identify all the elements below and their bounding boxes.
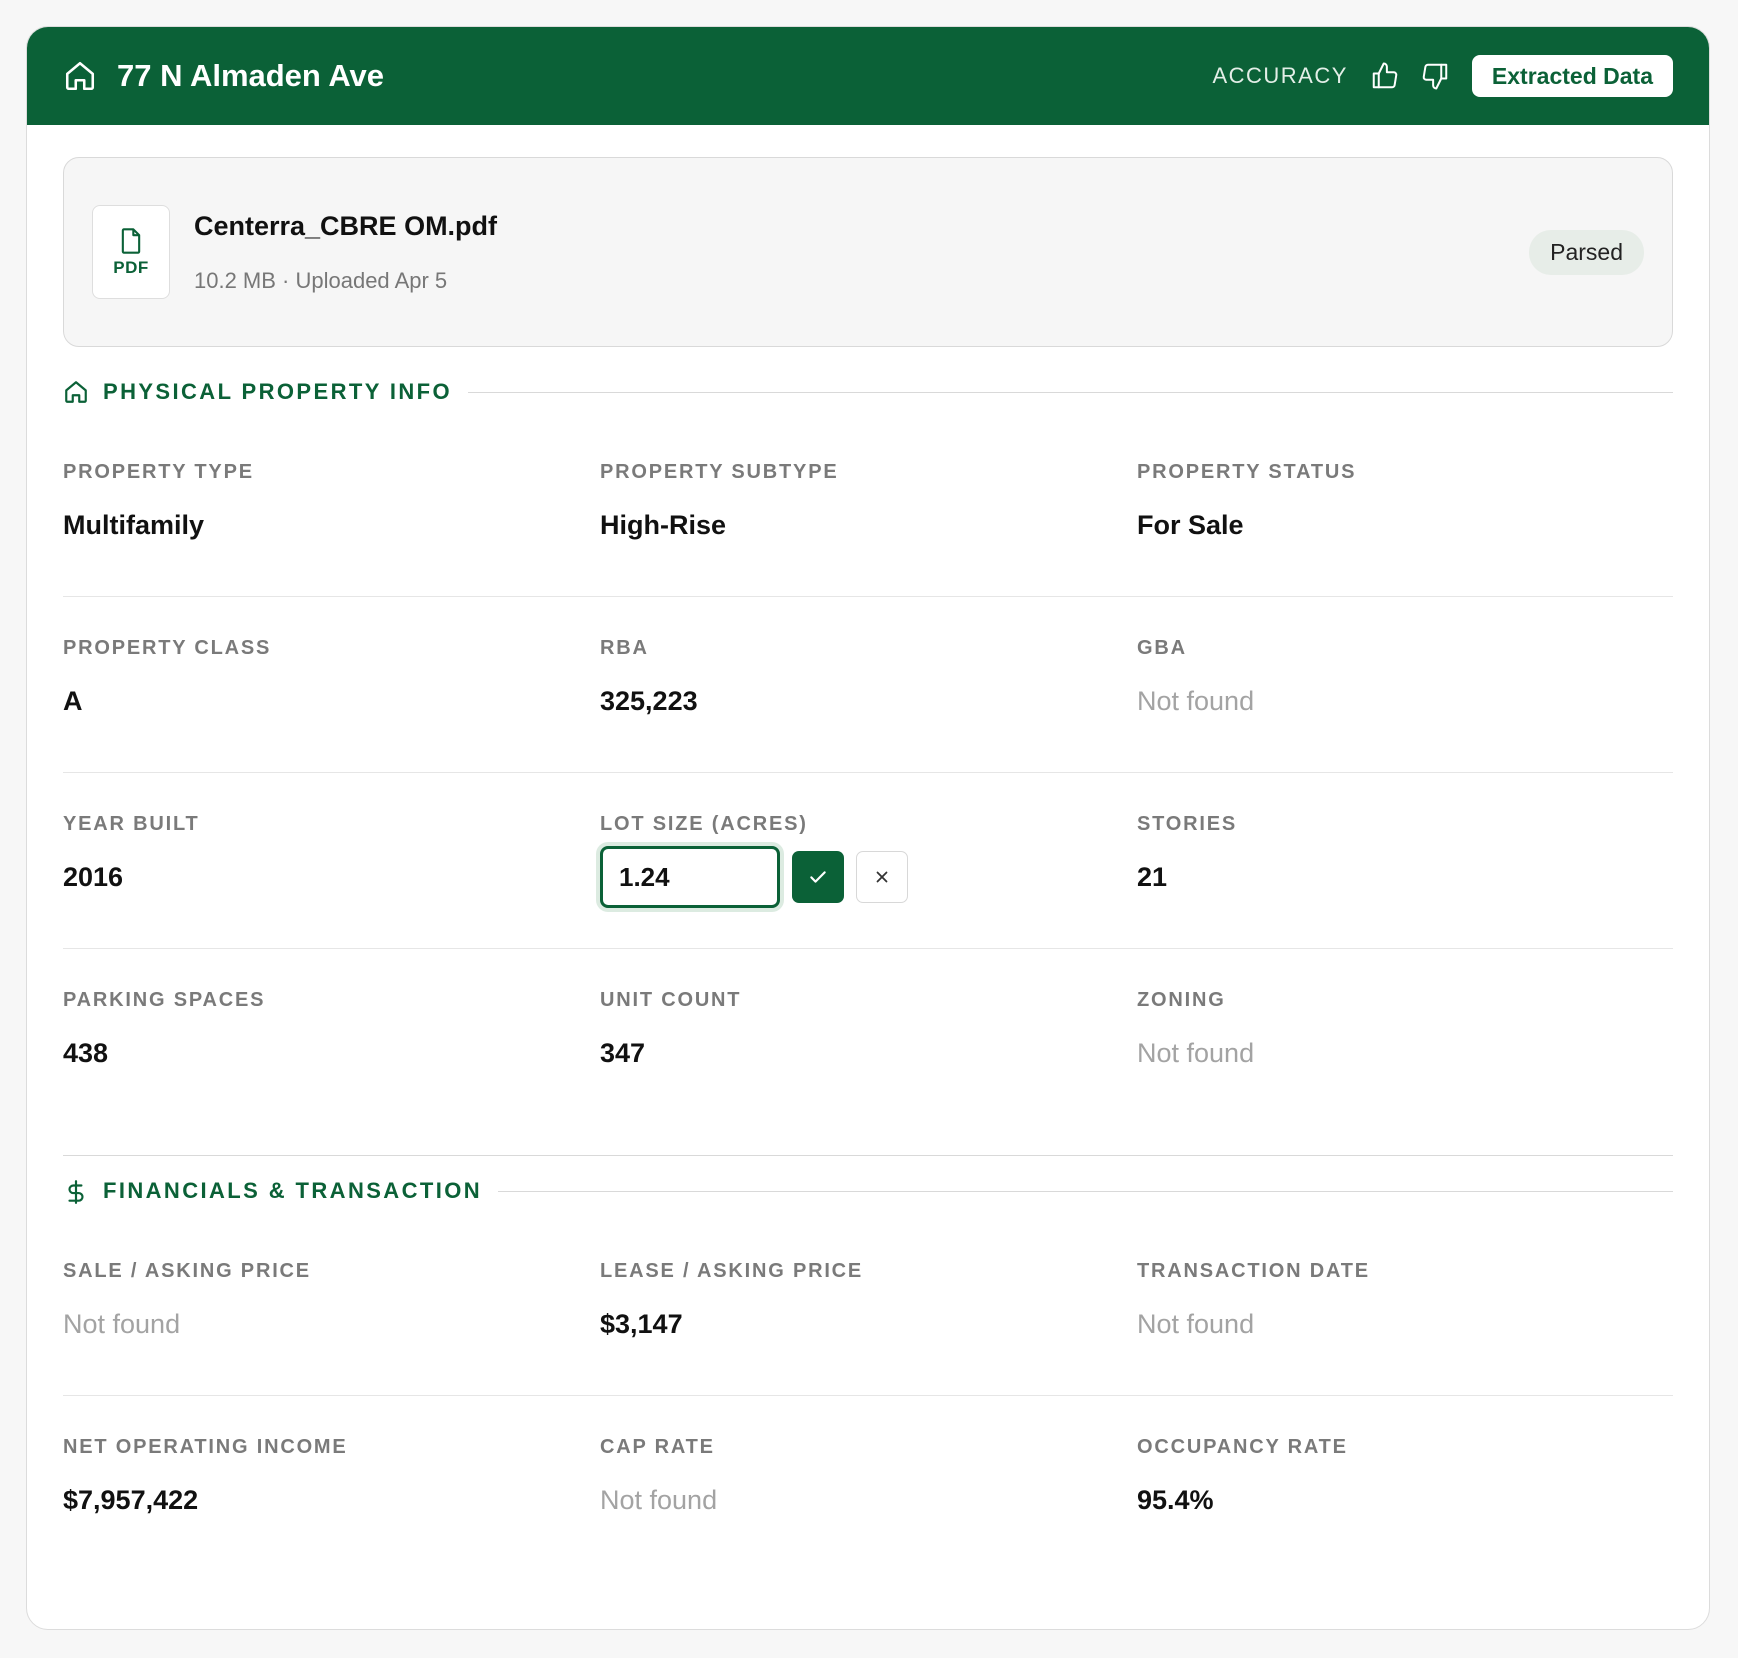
thumbs-down-icon[interactable] (1418, 59, 1452, 93)
physical-grid: PROPERTY TYPE Multifamily PROPERTY SUBTY… (63, 421, 1673, 1125)
field-gba: GBA Not found (1137, 597, 1673, 772)
field-row: PARKING SPACES 438 UNIT COUNT 347 ZONING… (63, 949, 1673, 1125)
lot-size-input[interactable] (600, 846, 780, 908)
field-label: CAP RATE (600, 1436, 715, 1458)
field-label: NET OPERATING INCOME (63, 1436, 348, 1458)
field-value[interactable]: Not found (63, 1309, 600, 1340)
pdf-file-icon: PDF (92, 205, 170, 299)
field-row: NET OPERATING INCOME $7,957,422 CAP RATE… (63, 1396, 1673, 1572)
field-value[interactable]: For Sale (1137, 510, 1673, 541)
field-row: SALE / ASKING PRICE Not found LEASE / AS… (63, 1220, 1673, 1396)
section-physical-header: PHYSICAL PROPERTY INFO (63, 377, 1673, 407)
home-icon (63, 59, 97, 93)
field-value[interactable]: 438 (63, 1038, 600, 1069)
card-header: 77 N Almaden Ave ACCURACY Extracted Data (27, 27, 1709, 125)
field-value[interactable]: Not found (600, 1485, 1137, 1516)
file-meta: 10.2 MB · Uploaded Apr 5 (194, 267, 448, 293)
thumbs-up-icon[interactable] (1368, 59, 1402, 93)
financial-grid: SALE / ASKING PRICE Not found LEASE / AS… (63, 1220, 1673, 1572)
close-icon (876, 871, 888, 883)
field-property-status: PROPERTY STATUS For Sale (1137, 421, 1673, 596)
file-card[interactable]: PDF Centerra_CBRE OM.pdf 10.2 MB · Uploa… (63, 157, 1673, 347)
field-year-built: YEAR BUILT 2016 (63, 773, 600, 948)
field-label: STORIES (1137, 813, 1238, 835)
field-value[interactable]: A (63, 686, 600, 717)
field-rba: RBA 325,223 (600, 597, 1137, 772)
field-label: PROPERTY SUBTYPE (600, 461, 839, 483)
field-value[interactable]: 95.4% (1137, 1485, 1673, 1516)
field-value[interactable]: Not found (1137, 686, 1673, 717)
confirm-edit-button[interactable] (792, 851, 844, 903)
cancel-edit-button[interactable] (856, 851, 908, 903)
field-value[interactable]: 325,223 (600, 686, 1137, 717)
field-label: PROPERTY TYPE (63, 461, 254, 483)
field-value[interactable]: Not found (1137, 1309, 1673, 1340)
field-label: OCCUPANCY RATE (1137, 1436, 1348, 1458)
field-value[interactable]: $7,957,422 (63, 1485, 600, 1516)
field-parking-spaces: PARKING SPACES 438 (63, 949, 600, 1125)
property-title: 77 N Almaden Ave (117, 58, 385, 93)
check-icon (810, 871, 826, 883)
field-label: TRANSACTION DATE (1137, 1260, 1370, 1282)
field-stories: STORIES 21 (1137, 773, 1673, 948)
field-label: LOT SIZE (ACRES) (600, 813, 808, 835)
section-financial-header: FINANCIALS & TRANSACTION (63, 1176, 1673, 1206)
field-lot-size: LOT SIZE (ACRES) (600, 773, 1137, 948)
field-label: UNIT COUNT (600, 989, 742, 1011)
dollar-icon (63, 1178, 89, 1204)
field-row: PROPERTY CLASS A RBA 325,223 GBA Not fou… (63, 597, 1673, 773)
field-label: LEASE / ASKING PRICE (600, 1260, 864, 1282)
field-property-class: PROPERTY CLASS A (63, 597, 600, 772)
field-sale-price: SALE / ASKING PRICE Not found (63, 1220, 600, 1395)
field-value[interactable]: Multifamily (63, 510, 600, 541)
field-row: PROPERTY TYPE Multifamily PROPERTY SUBTY… (63, 421, 1673, 597)
home-icon (63, 379, 89, 405)
section-title: PHYSICAL PROPERTY INFO (103, 379, 453, 404)
pdf-label: PDF (113, 258, 149, 277)
field-label: SALE / ASKING PRICE (63, 1260, 311, 1282)
field-value[interactable]: High-Rise (600, 510, 1137, 541)
field-label: YEAR BUILT (63, 813, 200, 835)
field-label: GBA (1137, 637, 1187, 659)
field-cap-rate: CAP RATE Not found (600, 1396, 1137, 1572)
field-value[interactable]: 347 (600, 1038, 1137, 1069)
property-card: 77 N Almaden Ave ACCURACY Extracted Data (26, 26, 1710, 1630)
field-property-subtype: PROPERTY SUBTYPE High-Rise (600, 421, 1137, 596)
field-noi: NET OPERATING INCOME $7,957,422 (63, 1396, 600, 1572)
field-lease-price: LEASE / ASKING PRICE $3,147 (600, 1220, 1137, 1395)
section-title: FINANCIALS & TRANSACTION (103, 1178, 483, 1203)
field-label: PROPERTY CLASS (63, 637, 272, 659)
field-value[interactable]: 21 (1137, 862, 1673, 893)
field-value[interactable]: Not found (1137, 1038, 1673, 1069)
file-name: Centerra_CBRE OM.pdf (194, 210, 498, 241)
section-divider (498, 1190, 1673, 1192)
extracted-data-button[interactable]: Extracted Data (1471, 55, 1673, 97)
field-label: ZONING (1137, 989, 1226, 1011)
status-badge: Parsed (1529, 229, 1644, 275)
accuracy-label: ACCURACY (1212, 63, 1348, 88)
field-property-type: PROPERTY TYPE Multifamily (63, 421, 600, 596)
field-row: YEAR BUILT 2016 LOT SIZE (ACRES) 1.24 ST… (63, 773, 1673, 949)
field-zoning: ZONING Not found (1137, 949, 1673, 1125)
field-value[interactable]: 2016 (63, 862, 600, 893)
field-transaction-date: TRANSACTION DATE Not found (1137, 1220, 1673, 1395)
field-label: PROPERTY STATUS (1137, 461, 1357, 483)
field-unit-count: UNIT COUNT 347 (600, 949, 1137, 1125)
section-divider (468, 391, 1673, 393)
field-label: PARKING SPACES (63, 989, 266, 1011)
section-separator (63, 1155, 1673, 1156)
field-value[interactable]: $3,147 (600, 1309, 1137, 1340)
field-occupancy-rate: OCCUPANCY RATE 95.4% (1137, 1396, 1673, 1572)
field-label: RBA (600, 637, 649, 659)
